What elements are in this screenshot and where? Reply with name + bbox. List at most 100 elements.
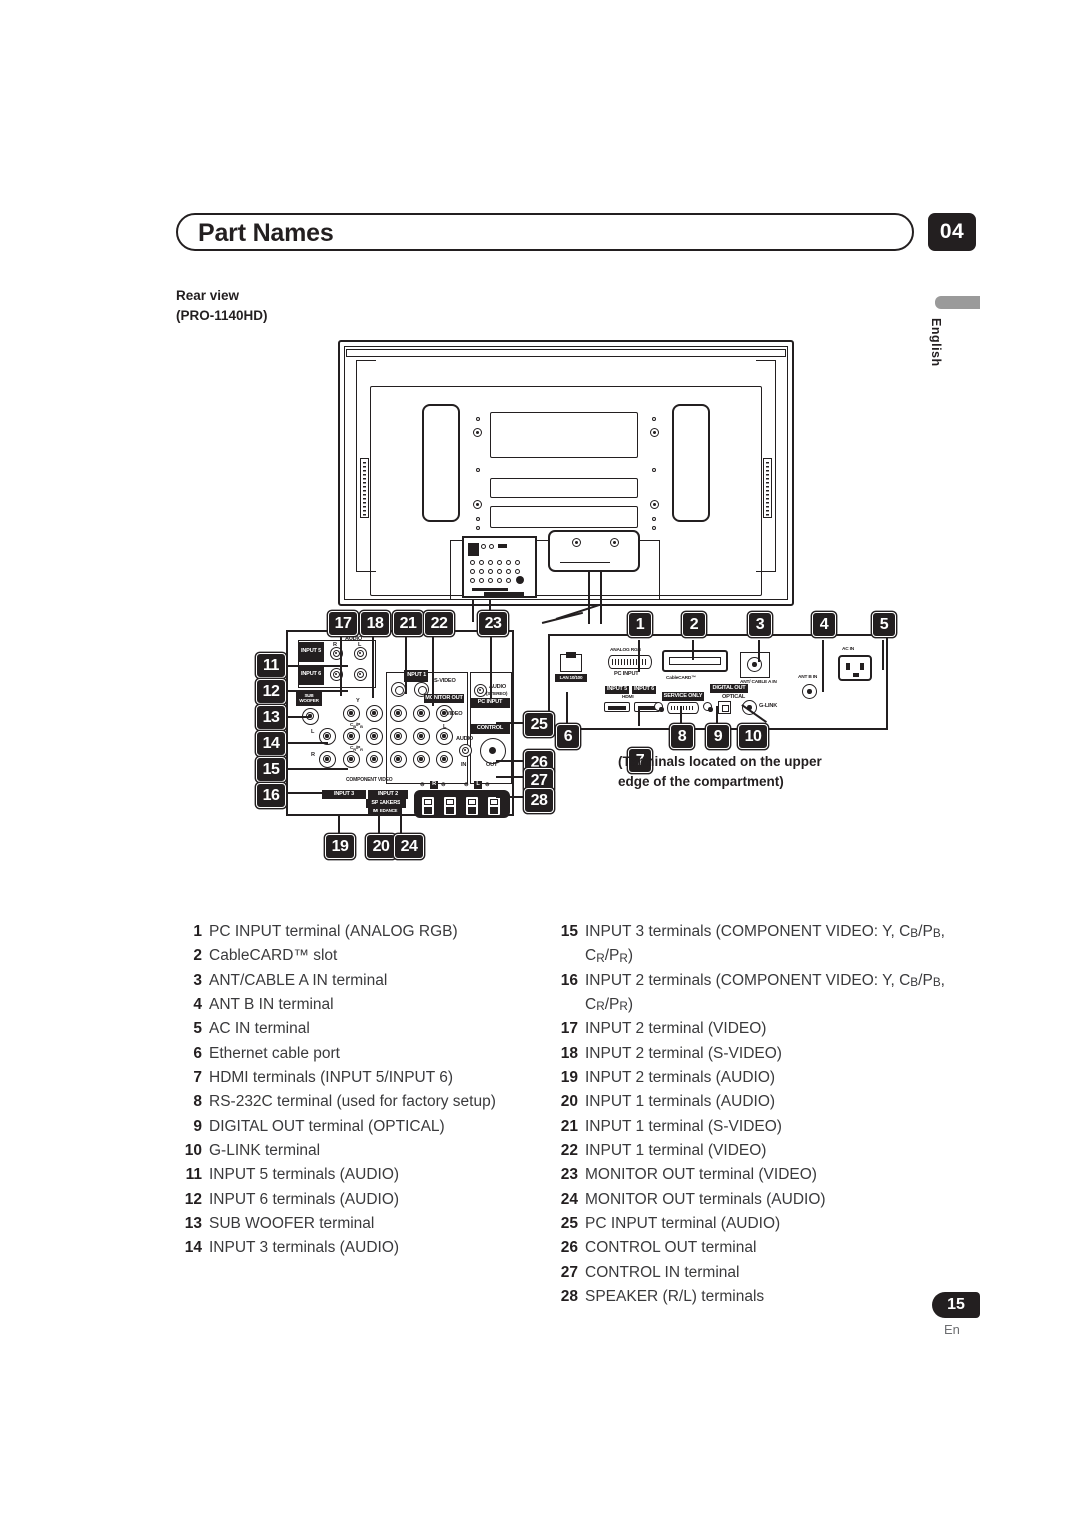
label-s-video: S-VIDEO [434, 678, 456, 684]
jack-input3-cr [343, 751, 360, 768]
label-in: IN [461, 762, 467, 768]
parts_left-item: 2 CableCARD™ slot [176, 944, 536, 968]
parts_left-item: 1 PC INPUT terminal (ANALOG RGB) [176, 920, 536, 944]
label-input1: INPUT 1 [404, 670, 428, 682]
jack-input1-audio-r [413, 751, 430, 768]
manual-page: Part Names 04 English Rear view (PRO-114… [0, 0, 1080, 1528]
parts_right-item: 26 CONTROL OUT terminal [552, 1236, 952, 1260]
callout-3: 3 [748, 612, 772, 637]
callout-16: 16 [256, 783, 286, 808]
page-title: Part Names [198, 219, 334, 247]
leader-line [541, 611, 583, 624]
part-number: 15 [560, 923, 578, 940]
lower-terminal-panel-detail: INPUT 5 INPUT 6 AUDIO R L SUB WOOFER L R… [286, 630, 514, 818]
parts_right-item: 16 INPUT 2 terminals (COMPONENT VIDEO: Y,… [552, 969, 952, 1018]
parts_left-item: 12 INPUT 6 terminals (AUDIO) [176, 1188, 536, 1212]
part-label: MONITOR OUT terminals (AUDIO) [585, 1190, 826, 1208]
parts_right-item: 20 INPUT 1 terminals (AUDIO) [552, 1090, 952, 1114]
callout-15: 15 [256, 757, 286, 782]
jack-ant-b-in [802, 684, 817, 699]
figure-subtitle-model: (PRO-1140HD) [176, 308, 268, 323]
parts_left-item: 8 RS-232C terminal (used for factory setu… [176, 1090, 536, 1114]
jack-input3-cb [343, 728, 360, 745]
jack-monitor-out-audio-r [436, 751, 453, 768]
parts_right-item: 28 SPEAKER (R/L) terminals [552, 1285, 952, 1309]
callout-24: 24 [394, 834, 424, 859]
parts_left-item: 5 AC IN terminal [176, 1017, 536, 1041]
label-y: Y [356, 698, 360, 704]
part-number: 16 [560, 971, 578, 989]
part-number: 26 [560, 1239, 578, 1257]
label-pc-input-right: PC INPUT [614, 671, 639, 677]
part-label: DIGITAL OUT terminal (OPTICAL) [209, 1117, 445, 1135]
upper-terminal-panel-detail: LAN 10/100 ANALOG RGB PC INPUT CableCARD… [548, 634, 888, 730]
label-lan: LAN 10/100 [555, 674, 587, 682]
label-pc-input: PC INPUT [470, 698, 510, 708]
callout-23: 23 [478, 611, 508, 636]
part-label: CONTROL IN terminal [585, 1263, 740, 1281]
page-header: Part Names [176, 213, 916, 253]
parts_left-item: 9 DIGITAL OUT terminal (OPTICAL) [176, 1115, 536, 1139]
part-number: 2 [193, 947, 202, 965]
jack-input2-cb [366, 728, 383, 745]
callout-12: 12 [256, 679, 286, 704]
connector-ac-in [838, 655, 872, 681]
part-label: ANT B IN terminal [209, 995, 334, 1013]
callout-2: 2 [682, 612, 706, 637]
page-language-code: En [944, 1322, 960, 1337]
part-label: RS-232C terminal (used for factory setup… [209, 1093, 496, 1111]
part-number: 17 [560, 1020, 578, 1038]
connector-hdmi-input5 [604, 702, 630, 712]
part-number: 9 [193, 1117, 202, 1135]
part-label: CONTROL OUT terminal [585, 1239, 757, 1257]
part-number: 24 [560, 1190, 578, 1208]
part-number: 11 [185, 1166, 202, 1184]
label-input3-audio-r: R [311, 752, 315, 758]
label-control-audio: AUDIO [456, 736, 474, 742]
part-label: CableCARD™ slot [209, 947, 338, 965]
part-number: 22 [560, 1141, 578, 1159]
callout-28: 28 [524, 788, 554, 813]
parts_right-item: 15 INPUT 3 terminals (COMPONENT VIDEO: Y,… [552, 920, 952, 969]
part-number: 27 [560, 1263, 578, 1281]
callout-25: 25 [524, 712, 554, 737]
part-number: 28 [560, 1287, 578, 1305]
parts_left-item: 4 ANT B IN terminal [176, 993, 536, 1017]
callout-4: 4 [812, 612, 836, 637]
part-label: INPUT 6 terminals (AUDIO) [209, 1190, 400, 1208]
label-impedance: IMPEDANCE [368, 808, 402, 815]
part-label: SUB WOOFER terminal [209, 1214, 375, 1232]
part-number: 18 [560, 1044, 578, 1062]
label-digital-out: DIGITAL OUT [710, 684, 748, 693]
jack-input3-audio-r [319, 751, 336, 768]
label-input6: INPUT 6 [298, 665, 324, 685]
callout-13: 13 [256, 705, 286, 730]
label-input5: INPUT 5 [298, 642, 324, 662]
part-label: ANT/CABLE A IN terminal [209, 971, 388, 989]
part-number: 13 [184, 1214, 202, 1232]
part-number: 25 [560, 1214, 578, 1232]
jack-input6-audio-l [354, 668, 367, 681]
chapter-badge: 04 [928, 213, 976, 251]
part-label: INPUT 2 terminals (COMPONENT VIDEO: Y, C… [585, 971, 945, 1014]
parts_right-item: 19 INPUT 2 terminals (AUDIO) [552, 1066, 952, 1090]
jack-input2-cr [366, 751, 383, 768]
part-label: PC INPUT terminal (ANALOG RGB) [209, 923, 458, 940]
jack-control-in [459, 744, 472, 757]
part-number: 8 [193, 1093, 202, 1111]
label-monitor-out: MONITOR OUT [424, 694, 464, 703]
callout-1: 1 [628, 612, 652, 637]
parts_right-item: 22 INPUT 1 terminal (VIDEO) [552, 1139, 952, 1163]
part-number: 21 [560, 1117, 578, 1135]
parts-list-left: 1 PC INPUT terminal (ANALOG RGB) 2 CableCAR… [176, 920, 536, 1261]
jack-input3-y [343, 705, 360, 722]
part-label: SPEAKER (R/L) terminals [585, 1287, 765, 1305]
part-label: PC INPUT terminal (AUDIO) [585, 1214, 781, 1232]
jack-ant-cable-a-in [747, 657, 762, 672]
label-input2-strip: INPUT 2 [368, 790, 408, 799]
callout-17: 17 [328, 611, 358, 636]
callout-14: 14 [256, 731, 286, 756]
parts_right-item: 24 MONITOR OUT terminals (AUDIO) [552, 1188, 952, 1212]
part-label: G-LINK terminal [209, 1141, 321, 1159]
leader-line [472, 600, 474, 622]
